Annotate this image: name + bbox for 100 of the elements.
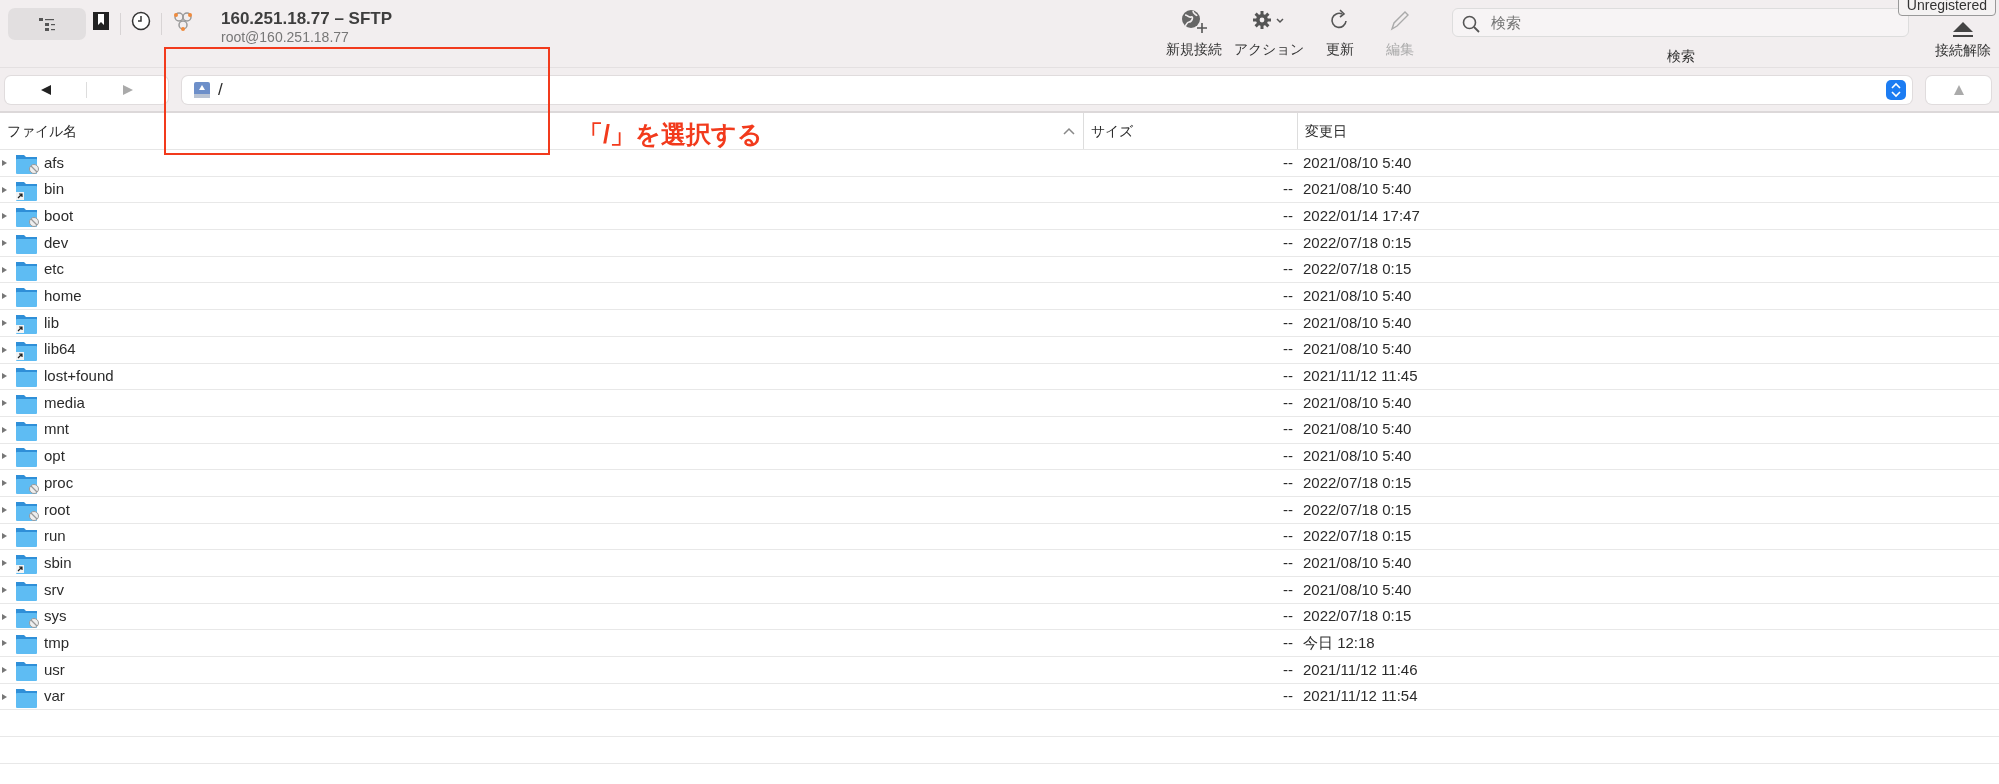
disclosure-icon[interactable] [2,159,7,166]
file-name[interactable]: dev [44,231,69,255]
file-size: -- [1282,606,1293,627]
unregistered-label: Unregistered [1897,0,1996,16]
up-arrow-icon [1952,83,1965,96]
file-name[interactable]: etc [44,258,64,281]
sidebar-toggle-button[interactable] [8,8,86,40]
column-header[interactable]: サイズ [1091,120,1133,142]
modified-date: 2021/08/10 5:40 [1302,152,1412,173]
file-name[interactable]: mnt [44,418,69,441]
search-label: 検索 [1666,47,1695,66]
drive-icon [192,79,212,100]
modified-date: 2022/07/18 0:15 [1302,472,1412,493]
modified-date: 2022/07/18 0:15 [1302,526,1412,547]
modified-date: 2021/08/10 5:40 [1302,179,1412,200]
disclosure-icon[interactable] [2,293,7,300]
file-name[interactable]: sys [44,605,67,628]
disclosure-icon[interactable] [2,266,7,273]
modified-date: 2021/11/12 11:54 [1302,686,1418,707]
file-name[interactable]: tmp [44,631,69,655]
disclosure-icon[interactable] [2,693,7,700]
file-name[interactable]: opt [44,445,65,468]
file-name[interactable]: home [44,285,82,308]
disclosure-icon[interactable] [2,613,7,620]
file-name[interactable]: usr [44,658,65,682]
file-name[interactable]: run [44,525,66,548]
disclosure-icon[interactable] [2,533,7,540]
modified-date: 2021/08/10 5:40 [1302,419,1412,440]
disconnect-button[interactable]: 接続解除 [1929,19,1999,63]
file-name[interactable]: lib64 [44,338,76,361]
disclosure-icon[interactable] [2,426,7,433]
file-size: -- [1282,259,1293,280]
disclosure-icon[interactable] [2,319,7,326]
file-name[interactable]: proc [44,471,74,495]
disclosure-icon[interactable] [2,586,7,593]
modified-date: 2021/08/10 5:40 [1302,312,1412,333]
file-name[interactable]: root [44,498,70,522]
modified-date: 2022/07/18 0:15 [1302,232,1412,253]
file-size: -- [1282,686,1293,707]
file-name[interactable]: var [44,685,65,708]
modified-date: 2021/08/10 5:40 [1302,339,1412,360]
modified-date: 今日 12:18 [1302,632,1375,653]
file-name[interactable]: boot [44,204,74,228]
file-size: -- [1282,179,1293,200]
bookmark-icon[interactable] [92,11,110,31]
disclosure-icon[interactable] [2,239,7,246]
modified-date: 2022/07/18 0:15 [1302,259,1412,280]
file-name[interactable]: srv [44,578,64,602]
file-size: -- [1282,499,1293,520]
modified-date: 2021/11/12 11:45 [1302,366,1418,387]
file-size: -- [1282,552,1293,573]
column-header[interactable]: ファイル名 [7,120,77,142]
search-field[interactable]: 検索 [1452,8,1909,37]
list-icon [38,16,56,33]
file-name[interactable]: sbin [44,551,72,575]
modified-date: 2022/07/18 0:15 [1302,499,1412,520]
window-title: 160.251.18.77 – SFTP [221,9,393,29]
file-size: -- [1282,152,1293,173]
file-size: -- [1282,579,1293,600]
modified-date: 2021/08/10 5:40 [1302,392,1412,413]
window-subtitle: root@160.251.18.77 [221,29,350,45]
disclosure-icon[interactable] [2,346,7,353]
clock-icon[interactable] [131,11,151,31]
file-size: -- [1282,232,1293,253]
search-icon [1462,15,1480,33]
path-selector[interactable]: / [182,75,1912,104]
file-size: -- [1282,472,1293,493]
file-size: -- [1282,205,1293,226]
disclosure-icon[interactable] [2,400,7,407]
file-size: -- [1282,526,1293,547]
gear-dropdown-button[interactable]: アクション [1228,0,1310,67]
disclosure-icon[interactable] [2,213,7,220]
disclosure-icon[interactable] [2,373,7,380]
file-name[interactable]: media [44,391,85,415]
eject-icon [1950,19,1976,37]
disclosure-icon[interactable] [2,560,7,567]
back-arrow-icon [39,83,52,96]
disclosure-icon[interactable] [2,186,7,193]
file-name[interactable]: bin [44,178,65,201]
globe-plus-button[interactable]: 新規接続 [1160,0,1228,67]
refresh-button[interactable]: 更新 [1310,0,1370,67]
file-size: -- [1282,392,1293,413]
file-name[interactable]: afs [44,151,64,175]
disclosure-icon[interactable] [2,666,7,673]
file-size: -- [1282,632,1293,653]
file-size: -- [1282,659,1293,680]
disclosure-icon[interactable] [2,453,7,460]
file-name[interactable]: lost+found [44,365,114,388]
modified-date: 2021/08/10 5:40 [1302,579,1412,600]
disclosure-icon[interactable] [2,640,7,647]
column-header[interactable]: 変更日 [1305,120,1347,142]
file-name[interactable]: lib [44,311,59,335]
stepper-icon [1886,79,1906,100]
modified-date: 2022/01/14 17:47 [1302,205,1420,226]
modified-date: 2021/11/12 11:46 [1302,659,1418,680]
modified-date: 2022/07/18 0:15 [1302,606,1412,627]
disclosure-icon[interactable] [2,506,7,513]
network-icon[interactable] [172,10,194,32]
disclosure-icon[interactable] [2,480,7,487]
annotation-text: 「/」を選択する [578,119,763,150]
